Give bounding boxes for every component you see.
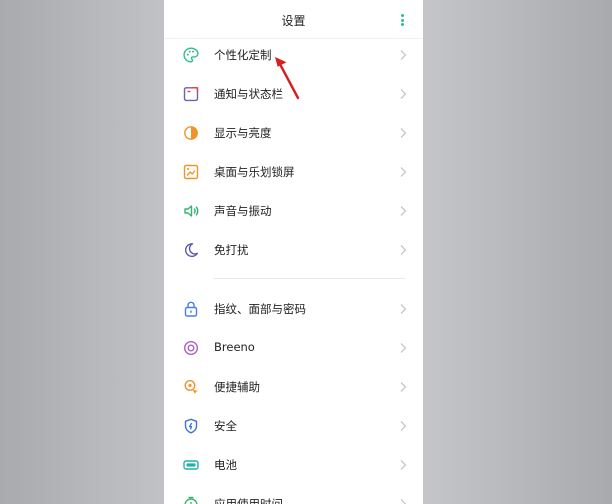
settings-item-label: 安全 (214, 419, 237, 433)
settings-screen: 设置 个性化定制 通知与状态栏 显示与亮度 桌面与乐划锁屏 声音与振动 免打扰 … (164, 0, 423, 504)
lock-icon (184, 301, 198, 317)
chevron-right-icon (400, 421, 407, 431)
brightness-icon (184, 126, 198, 140)
chevron-right-icon (400, 167, 407, 177)
more-vertical-icon[interactable] (400, 14, 406, 26)
chevron-right-icon (400, 382, 407, 392)
settings-item-label: 电池 (214, 458, 237, 472)
section-divider (213, 278, 405, 279)
settings-item-battery[interactable]: 电池 (164, 446, 423, 485)
settings-item-wallpaper[interactable]: 桌面与乐划锁屏 (164, 153, 423, 192)
chevron-right-icon (400, 89, 407, 99)
palette-icon (183, 47, 199, 63)
moon-icon (184, 243, 198, 258)
chevron-right-icon (400, 128, 407, 138)
settings-item-label: Breeno (214, 340, 255, 354)
page-title: 设置 (281, 14, 306, 28)
settings-item-label: 应用使用时间 (214, 497, 283, 504)
settings-item-do-not-disturb[interactable]: 免打扰 (164, 231, 423, 270)
settings-item-breeno[interactable]: Breeno (164, 329, 423, 368)
chevron-right-icon (400, 343, 407, 353)
settings-item-label: 指纹、面部与密码 (214, 302, 306, 316)
speaker-icon (184, 205, 199, 217)
settings-item-label: 便捷辅助 (214, 380, 260, 394)
notification-icon (183, 87, 199, 102)
assist-icon (184, 379, 199, 394)
settings-item-display[interactable]: 显示与亮度 (164, 114, 423, 153)
settings-item-security[interactable]: 安全 (164, 407, 423, 446)
settings-item-label: 声音与振动 (214, 204, 272, 218)
battery-icon (183, 460, 199, 470)
settings-item-label: 通知与状态栏 (214, 87, 283, 101)
header: 设置 (164, 0, 423, 39)
breeno-icon (183, 340, 199, 356)
chevron-right-icon (400, 50, 407, 60)
wallpaper-icon (183, 164, 199, 180)
settings-item-personalization[interactable]: 个性化定制 (164, 36, 423, 75)
settings-item-label: 显示与亮度 (214, 126, 272, 140)
settings-item-sound[interactable]: 声音与振动 (164, 192, 423, 231)
settings-item-label: 免打扰 (214, 243, 249, 257)
chevron-right-icon (400, 499, 407, 504)
settings-item-app-usage[interactable]: 应用使用时间 (164, 485, 423, 504)
chevron-right-icon (400, 304, 407, 314)
app-usage-icon (184, 496, 198, 504)
settings-item-label: 个性化定制 (214, 48, 272, 62)
chevron-right-icon (400, 460, 407, 470)
settings-item-security-credentials[interactable]: 指纹、面部与密码 (164, 290, 423, 329)
shield-icon (184, 418, 198, 434)
settings-item-assistant[interactable]: 便捷辅助 (164, 368, 423, 407)
chevron-right-icon (400, 245, 407, 255)
settings-item-notifications[interactable]: 通知与状态栏 (164, 75, 423, 114)
chevron-right-icon (400, 206, 407, 216)
settings-item-label: 桌面与乐划锁屏 (214, 165, 295, 179)
